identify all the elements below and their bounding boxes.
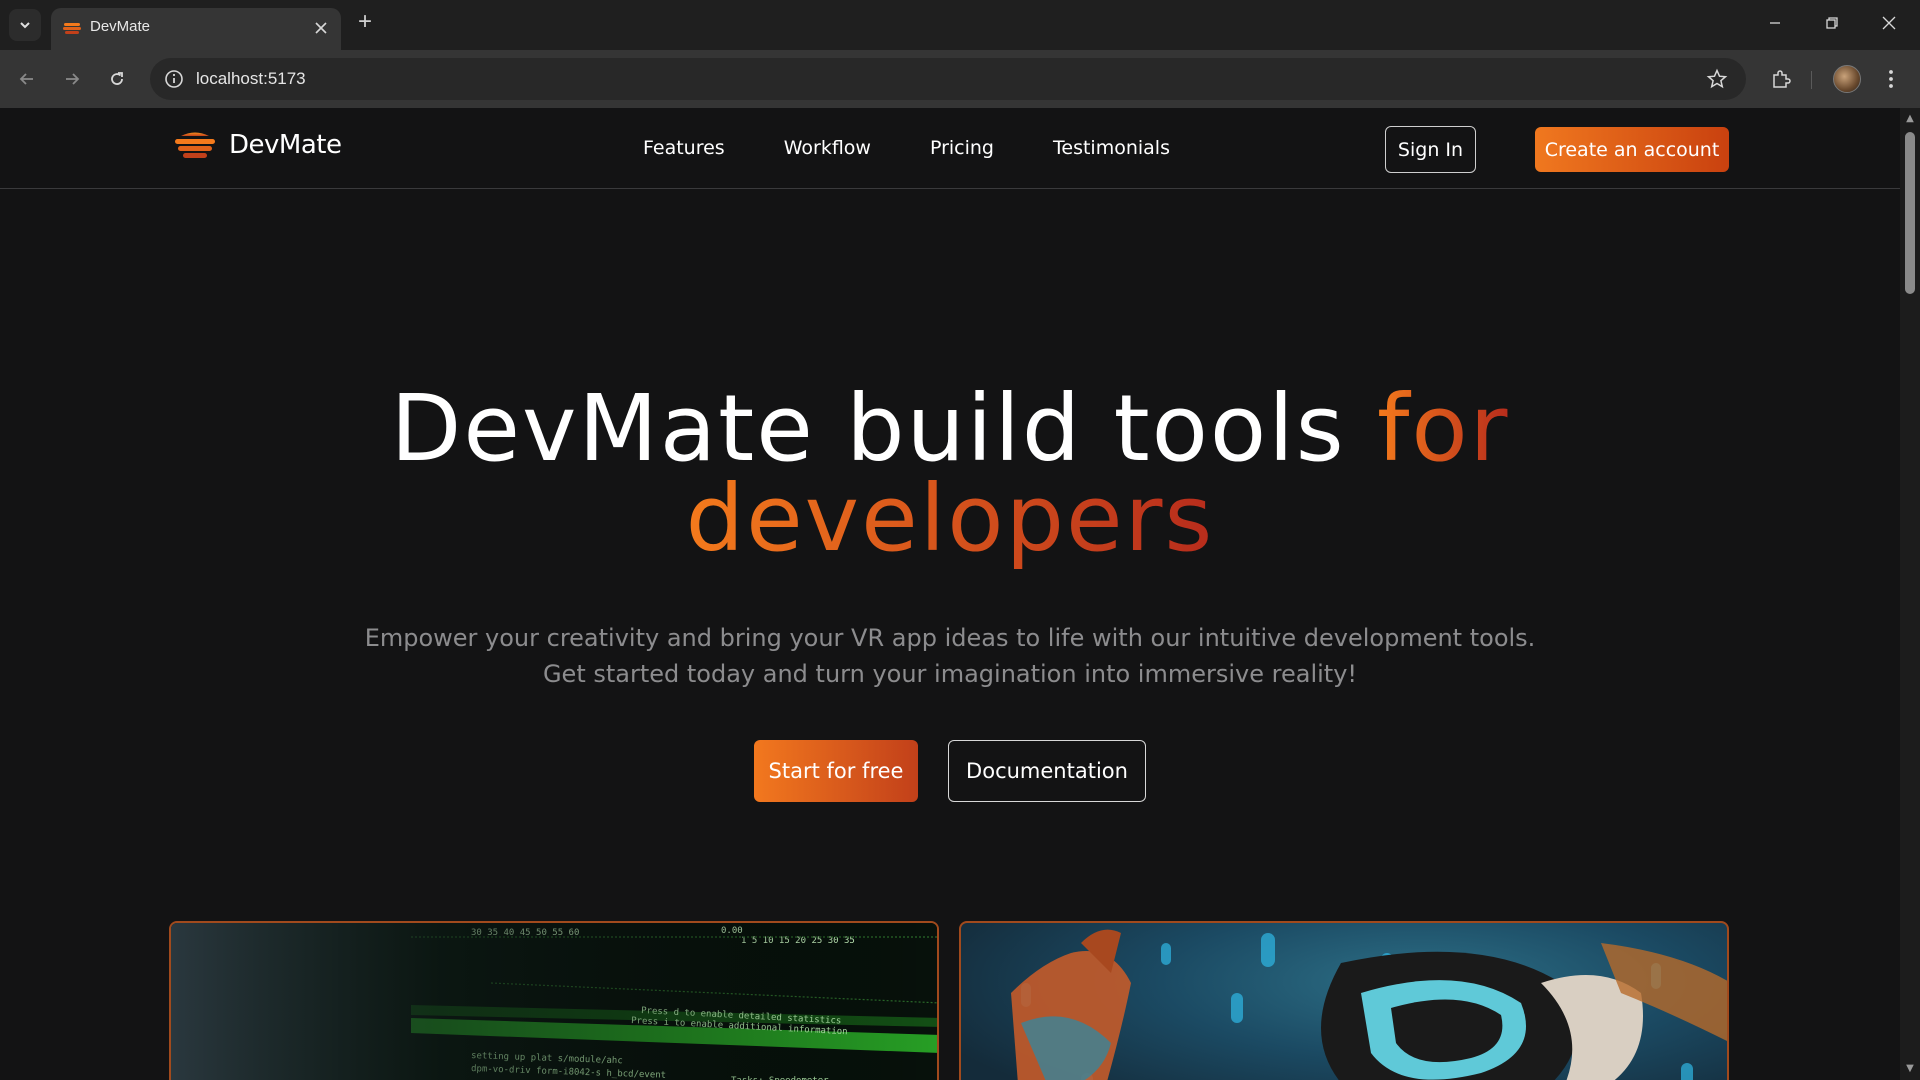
reload-icon[interactable] bbox=[102, 64, 132, 94]
scroll-down-icon[interactable]: ▼ bbox=[1904, 1063, 1916, 1075]
create-account-button[interactable]: Create an account bbox=[1535, 127, 1729, 172]
vr-image-card bbox=[959, 921, 1729, 1080]
terminal-code-image: 30 35 40 45 50 55 60 0.00 1 5 10 15 20 2… bbox=[171, 923, 937, 1080]
back-icon[interactable] bbox=[12, 64, 42, 94]
brand-name: DevMate bbox=[229, 130, 342, 160]
tab-title: DevMate bbox=[90, 18, 151, 35]
bookmark-star-icon[interactable] bbox=[1706, 68, 1728, 90]
chevron-down-icon bbox=[20, 22, 30, 29]
page-viewport: DevMate Features Workflow Pricing Testim… bbox=[0, 108, 1920, 1080]
browser-tab-devmate[interactable]: DevMate bbox=[51, 8, 341, 50]
forward-icon[interactable] bbox=[57, 64, 87, 94]
devmate-favicon-icon bbox=[63, 23, 81, 34]
new-tab-button[interactable]: + bbox=[353, 10, 377, 34]
hero-title-accent-developers: developers bbox=[685, 465, 1215, 572]
vr-headset-hand-image bbox=[1011, 929, 1727, 1080]
nav-link-features[interactable]: Features bbox=[643, 137, 725, 159]
toolbar-divider bbox=[1811, 71, 1812, 89]
tab-search-button[interactable] bbox=[9, 9, 41, 41]
hero-title: DevMate build tools for developers bbox=[0, 383, 1900, 565]
hero-title-accent-for: for bbox=[1376, 375, 1510, 482]
browser-menu-icon[interactable] bbox=[1878, 66, 1904, 92]
address-bar[interactable]: localhost:5173 bbox=[150, 58, 1746, 100]
browser-tab-strip: DevMate + bbox=[0, 0, 1920, 50]
nav-link-workflow[interactable]: Workflow bbox=[784, 137, 871, 159]
brand-logo[interactable]: DevMate bbox=[173, 130, 342, 160]
terminal-image-card: 30 35 40 45 50 55 60 0.00 1 5 10 15 20 2… bbox=[169, 921, 939, 1080]
close-tab-icon[interactable] bbox=[310, 17, 332, 39]
browser-toolbar: localhost:5173 bbox=[0, 50, 1920, 108]
scrollbar-thumb[interactable] bbox=[1905, 132, 1915, 294]
documentation-button[interactable]: Documentation bbox=[948, 740, 1146, 802]
start-for-free-button[interactable]: Start for free bbox=[754, 740, 918, 802]
primary-nav: Features Workflow Pricing Testimonials bbox=[643, 137, 1170, 159]
nav-link-testimonials[interactable]: Testimonials bbox=[1053, 137, 1170, 159]
hero-subtitle: Empower your creativity and bring your V… bbox=[0, 620, 1900, 692]
extensions-icon[interactable] bbox=[1768, 66, 1794, 92]
site-info-icon[interactable] bbox=[163, 68, 185, 90]
hero-subtitle-line-2: Get started today and turn your imaginat… bbox=[542, 660, 1358, 688]
nav-link-pricing[interactable]: Pricing bbox=[930, 137, 994, 159]
url-text: localhost:5173 bbox=[196, 69, 306, 88]
hero-subtitle-line-1: Empower your creativity and bring your V… bbox=[364, 624, 1536, 652]
sign-in-button[interactable]: Sign In bbox=[1385, 126, 1476, 173]
page-scrollbar[interactable]: ▲ ▼ bbox=[1900, 108, 1920, 1080]
profile-avatar[interactable] bbox=[1833, 65, 1861, 93]
minimize-icon[interactable] bbox=[1762, 10, 1788, 36]
site-header: DevMate Features Workflow Pricing Testim… bbox=[0, 108, 1900, 189]
restore-icon[interactable] bbox=[1819, 10, 1845, 36]
close-window-icon[interactable] bbox=[1876, 10, 1902, 36]
scroll-up-icon[interactable]: ▲ bbox=[1904, 113, 1916, 125]
devmate-logo-icon bbox=[175, 132, 215, 158]
